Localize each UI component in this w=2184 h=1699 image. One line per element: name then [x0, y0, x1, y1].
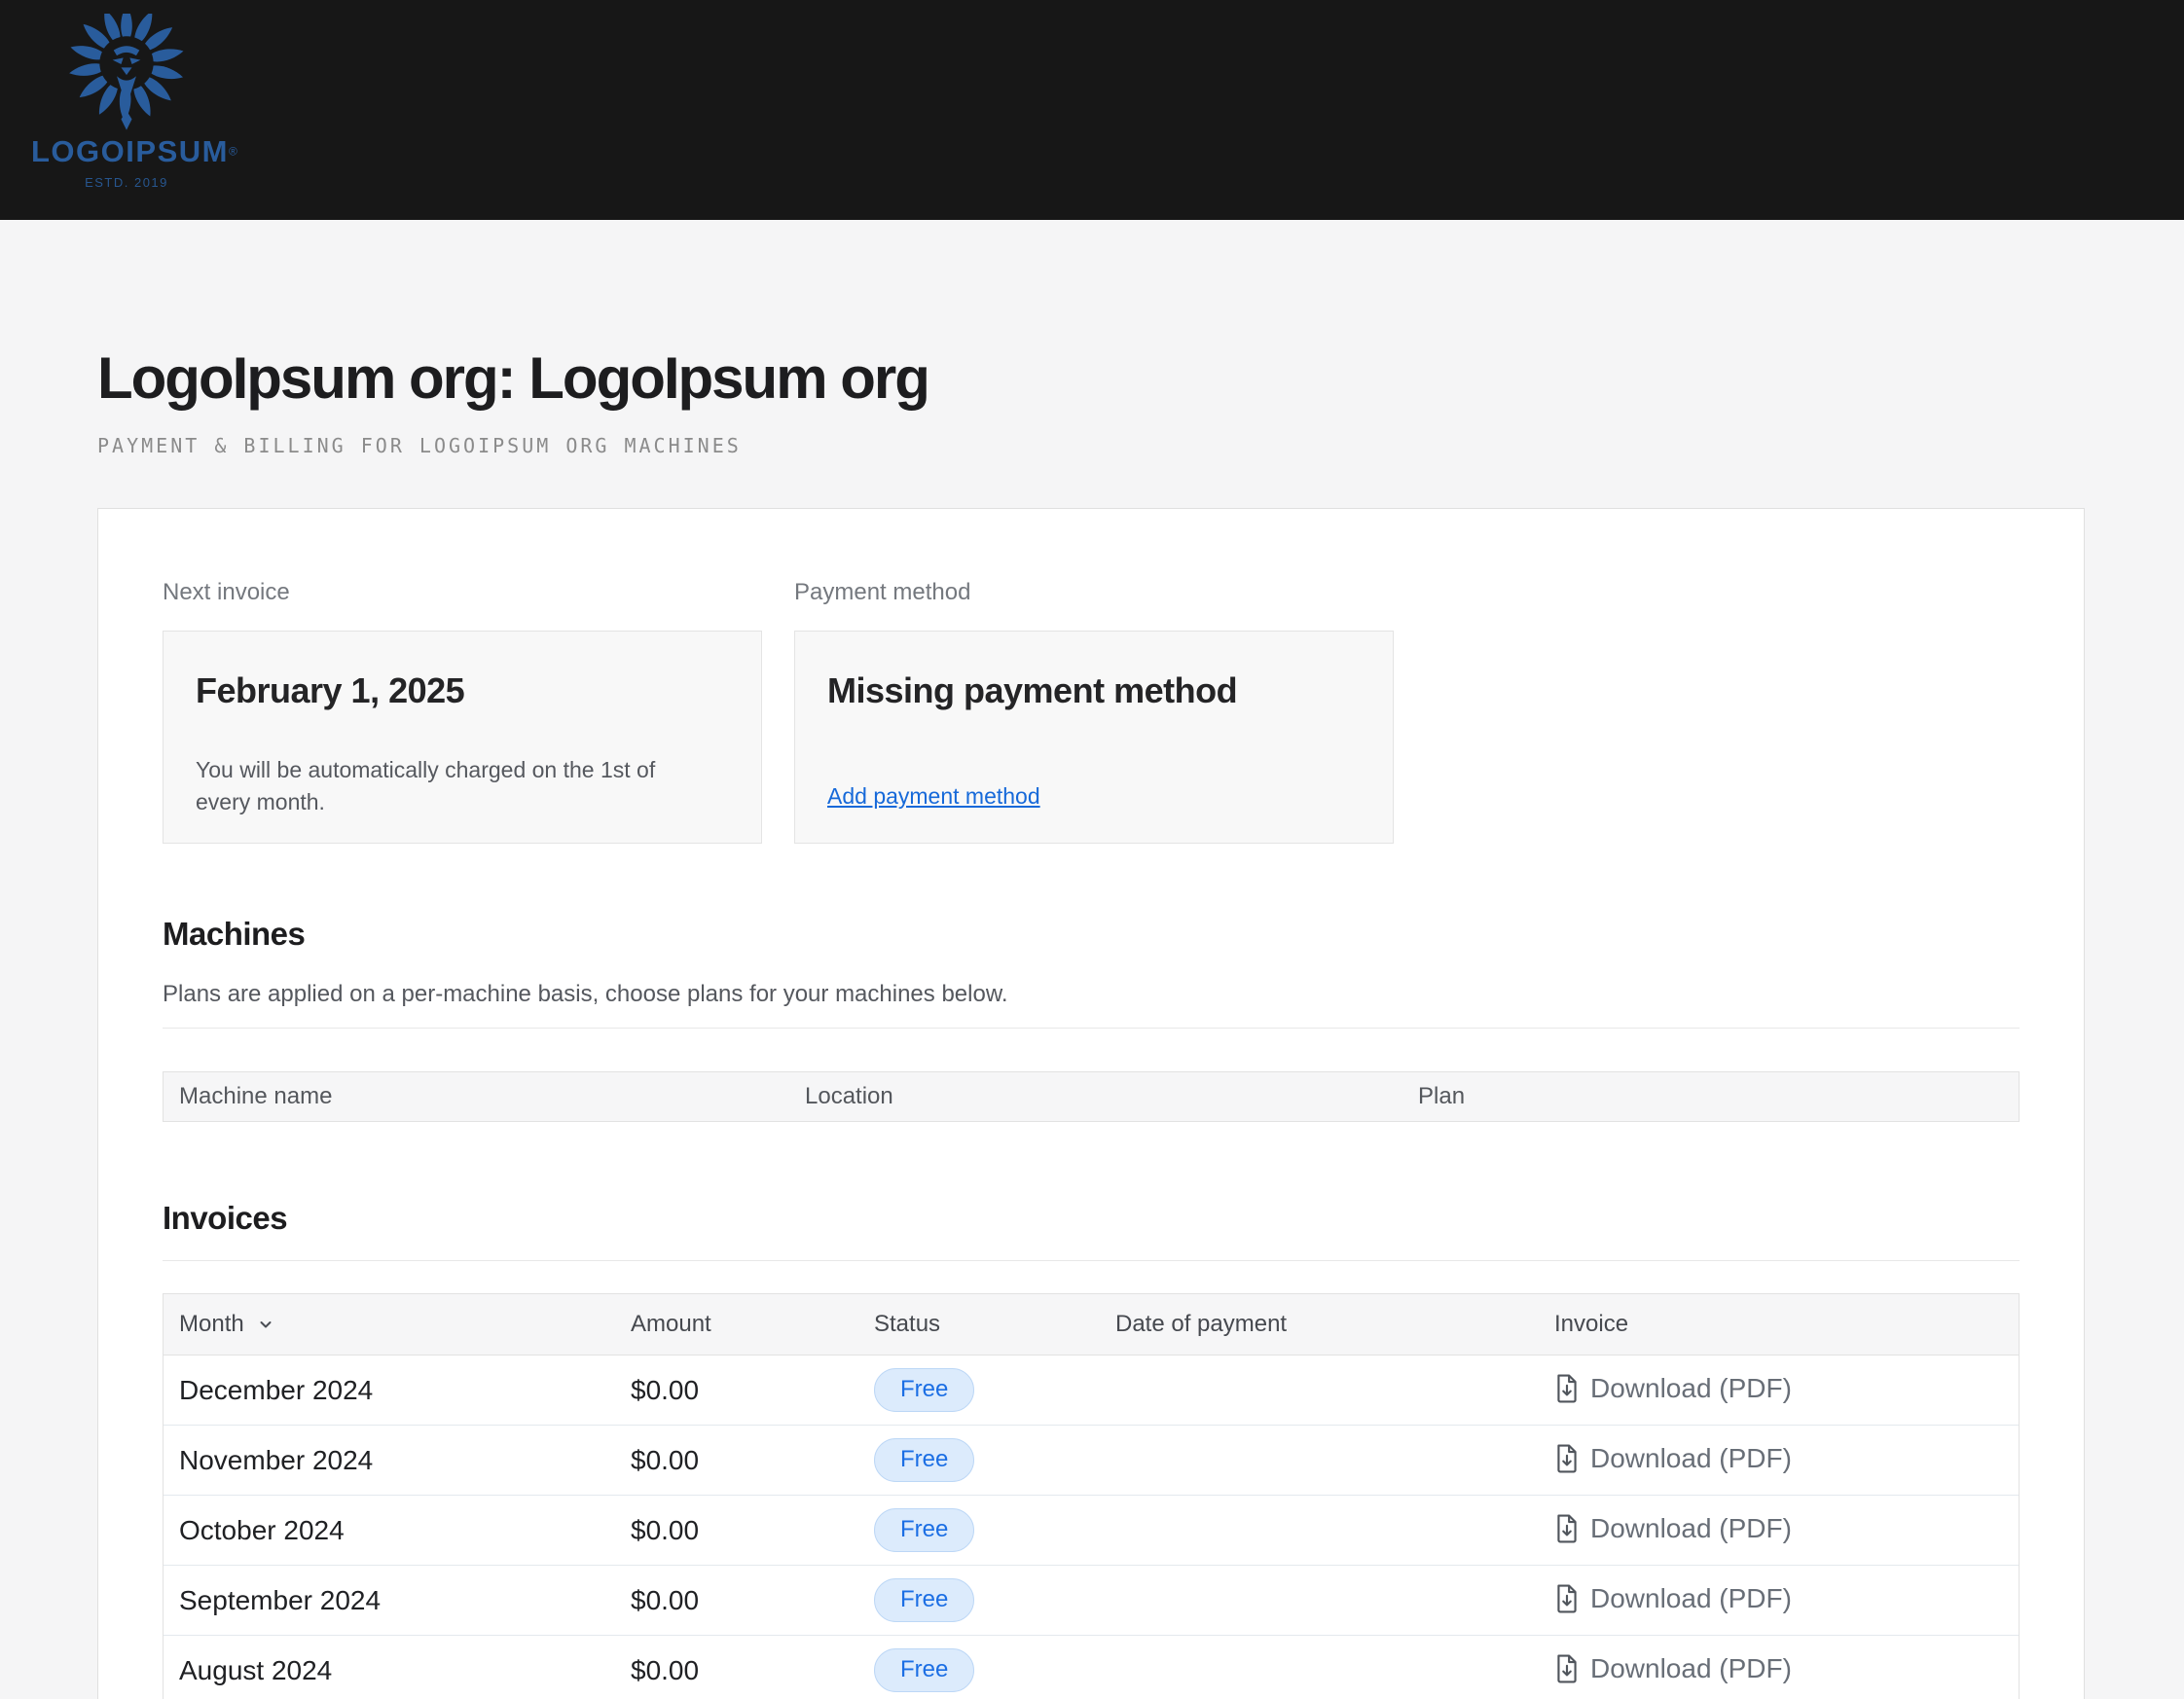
invoices-column-status: Status [858, 1311, 1100, 1338]
invoices-table-header: Month Amount Status Date of payment Invo… [164, 1294, 2019, 1356]
next-invoice-section: Next invoice February 1, 2025 You will b… [163, 579, 762, 844]
payment-method-status: Missing payment method [827, 670, 1361, 711]
billing-card: Next invoice February 1, 2025 You will b… [97, 508, 2085, 1699]
payment-method-label: Payment method [794, 579, 1394, 606]
next-invoice-label: Next invoice [163, 579, 762, 606]
invoice-amount: $0.00 [615, 1515, 858, 1546]
invoice-row: November 2024 $0.00 Free Download (PDF) [164, 1426, 2019, 1496]
download-pdf-label: Download (PDF) [1590, 1513, 1792, 1544]
download-pdf-label: Download (PDF) [1590, 1583, 1792, 1614]
status-badge: Free [874, 1368, 974, 1412]
file-download-icon [1554, 1584, 1580, 1613]
machines-column-location: Location [789, 1083, 1402, 1110]
invoice-month: December 2024 [164, 1375, 615, 1406]
machines-column-machine-name: Machine name [164, 1083, 789, 1110]
file-download-icon [1554, 1444, 1580, 1473]
payment-method-box: Missing payment method Add payment metho… [794, 631, 1394, 844]
invoices-table: Month Amount Status Date of payment Invo… [163, 1293, 2020, 1699]
download-pdf-link[interactable]: Download (PDF) [1554, 1513, 1792, 1544]
status-badge: Free [874, 1648, 974, 1692]
machines-divider [163, 1028, 2020, 1029]
status-badge: Free [874, 1438, 974, 1482]
next-invoice-box: February 1, 2025 You will be automatical… [163, 631, 762, 844]
invoice-row: October 2024 $0.00 Free Download (PDF) [164, 1496, 2019, 1566]
top-navigation-bar: LOGOIPSUM® ESTD. 2019 [0, 0, 2184, 220]
status-badge: Free [874, 1508, 974, 1552]
page-subtitle: PAYMENT & BILLING FOR LOGOIPSUM ORG MACH… [97, 434, 2085, 457]
brand-tagline: ESTD. 2019 [31, 175, 222, 190]
invoice-amount: $0.00 [615, 1585, 858, 1616]
machines-description: Plans are applied on a per-machine basis… [163, 981, 2020, 1008]
download-pdf-link[interactable]: Download (PDF) [1554, 1373, 1792, 1404]
brand-trademark: ® [229, 145, 237, 159]
brand-name: LOGOIPSUM [31, 134, 229, 168]
invoices-title: Invoices [163, 1200, 2020, 1237]
payment-method-section: Payment method Missing payment method Ad… [794, 579, 1394, 844]
file-download-icon [1554, 1654, 1580, 1683]
invoices-column-date-of-payment: Date of payment [1100, 1311, 1539, 1338]
file-download-icon [1554, 1514, 1580, 1543]
invoice-month: September 2024 [164, 1585, 615, 1616]
invoice-month: August 2024 [164, 1655, 615, 1686]
next-invoice-date: February 1, 2025 [196, 670, 729, 711]
status-badge: Free [874, 1578, 974, 1622]
machines-table-header: Machine name Location Plan [163, 1071, 2020, 1122]
invoice-row: December 2024 $0.00 Free Download (PDF) [164, 1356, 2019, 1426]
month-column-label: Month [179, 1311, 244, 1338]
machines-column-plan: Plan [1402, 1083, 2019, 1110]
invoice-row: September 2024 $0.00 Free Download (PDF) [164, 1566, 2019, 1636]
page-title: LogoIpsum org: LogoIpsum org [97, 348, 2085, 409]
invoices-column-month[interactable]: Month [164, 1311, 615, 1338]
invoice-month: October 2024 [164, 1515, 615, 1546]
add-payment-method-link[interactable]: Add payment method [827, 783, 1040, 810]
invoice-row: August 2024 $0.00 Free Download (PDF) [164, 1636, 2019, 1699]
download-pdf-link[interactable]: Download (PDF) [1554, 1583, 1792, 1614]
invoice-amount: $0.00 [615, 1445, 858, 1476]
invoice-amount: $0.00 [615, 1375, 858, 1406]
next-invoice-note: You will be automatically charged on the… [196, 754, 687, 818]
invoices-column-invoice: Invoice [1539, 1311, 2019, 1338]
lion-logo-icon [68, 14, 185, 134]
invoices-divider [163, 1260, 2020, 1261]
invoice-amount: $0.00 [615, 1655, 858, 1686]
logoipsum-logo: LOGOIPSUM® ESTD. 2019 [31, 0, 222, 190]
chevron-down-icon[interactable] [256, 1315, 275, 1334]
machines-title: Machines [163, 916, 2020, 953]
download-pdf-label: Download (PDF) [1590, 1653, 1792, 1684]
invoices-column-amount: Amount [615, 1311, 858, 1338]
download-pdf-link[interactable]: Download (PDF) [1554, 1443, 1792, 1474]
invoice-month: November 2024 [164, 1445, 615, 1476]
download-pdf-link[interactable]: Download (PDF) [1554, 1653, 1792, 1684]
download-pdf-label: Download (PDF) [1590, 1443, 1792, 1474]
file-download-icon [1554, 1374, 1580, 1403]
download-pdf-label: Download (PDF) [1590, 1373, 1792, 1404]
